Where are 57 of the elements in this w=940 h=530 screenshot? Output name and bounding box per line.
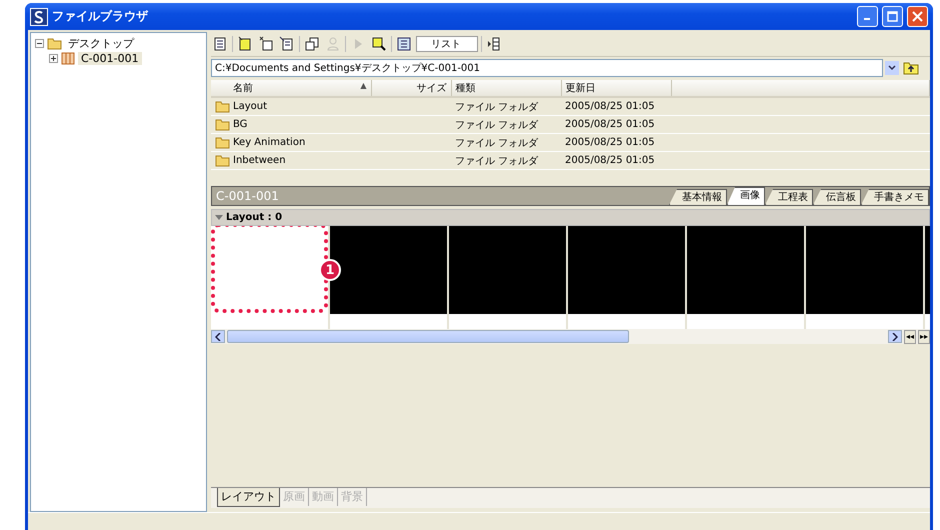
sheet-icon [61,52,75,65]
tab[interactable]: 手書きメモ [861,189,929,205]
table-cell: 2005/08/25 01:05 [565,119,655,130]
file-name[interactable]: Inbetween [233,155,286,166]
folder-up-icon[interactable] [903,61,919,75]
column-header[interactable]: 名前 ▲ [211,80,371,97]
tab[interactable]: 工程表 [765,189,813,205]
folder-icon [215,154,230,167]
column-header[interactable]: サイズ [371,80,451,97]
window-title: ファイルブラウザ [52,8,150,25]
tree-item[interactable]: デスクトップ [65,36,137,51]
minimize-button[interactable] [857,6,878,27]
table-cell: ファイル フォルダ [455,120,538,130]
table-cell: ファイル フォルダ [455,102,538,112]
folder-icon [215,118,230,131]
column-header[interactable]: 更新日 [561,80,671,97]
expand-icon[interactable] [49,54,58,63]
tab[interactable]: 画像 [727,187,765,205]
table-cell: 2005/08/25 01:05 [565,155,655,166]
scroll-thumb[interactable] [227,330,629,343]
app-icon [30,8,48,26]
scroll-left-icon[interactable] [211,330,225,343]
group-label: Layout : 0 [226,212,282,223]
file-name[interactable]: Key Animation [233,137,306,148]
image-thumbnail[interactable] [568,226,687,314]
grid-icon[interactable] [395,35,413,53]
table-cell: 2005/08/25 01:05 [565,101,655,112]
sort-indicator: ▲ [360,81,366,90]
table-cell: 2005/08/25 01:05 [565,137,655,148]
folder-icon [47,37,62,50]
tab[interactable]: 伝言板 [813,189,861,205]
table-cell: ファイル フォルダ [455,156,538,166]
nav-button[interactable]: ◂◂ [904,330,916,344]
close-button[interactable] [907,6,928,27]
close-icon[interactable] [912,11,923,22]
horizontal-scrollbar[interactable]: ◂◂ ▸▸ [211,329,930,344]
address-field[interactable]: C:¥Documents and Settings¥デスクトップ¥C-001-001 [211,59,883,77]
panel-title: C-001-001 [215,189,280,203]
table-cell: ファイル フォルダ [455,138,538,148]
maximize-icon[interactable] [887,11,898,22]
folder-icon [215,100,230,113]
file-name[interactable]: Layout [233,101,267,112]
image-thumbnail[interactable] [687,226,806,314]
file-name[interactable]: BG [233,119,248,130]
collapse-icon[interactable] [35,39,44,48]
image-thumbnail[interactable] [806,226,925,314]
column-header[interactable]: 種類 [451,80,561,97]
view-dropdown[interactable]: リスト [416,36,478,52]
scroll-right-icon[interactable] [888,330,902,343]
folder-icon [215,136,230,149]
tab[interactable]: レイアウト [217,488,280,507]
tab[interactable]: 基本情報 [669,189,727,205]
copy-icon[interactable] [303,35,321,53]
image-thumbnail[interactable] [449,226,568,314]
maximize-button[interactable] [882,6,903,27]
nav-button[interactable]: ▸▸ [918,330,930,344]
tree-item[interactable]: C-001-001 [78,52,142,65]
